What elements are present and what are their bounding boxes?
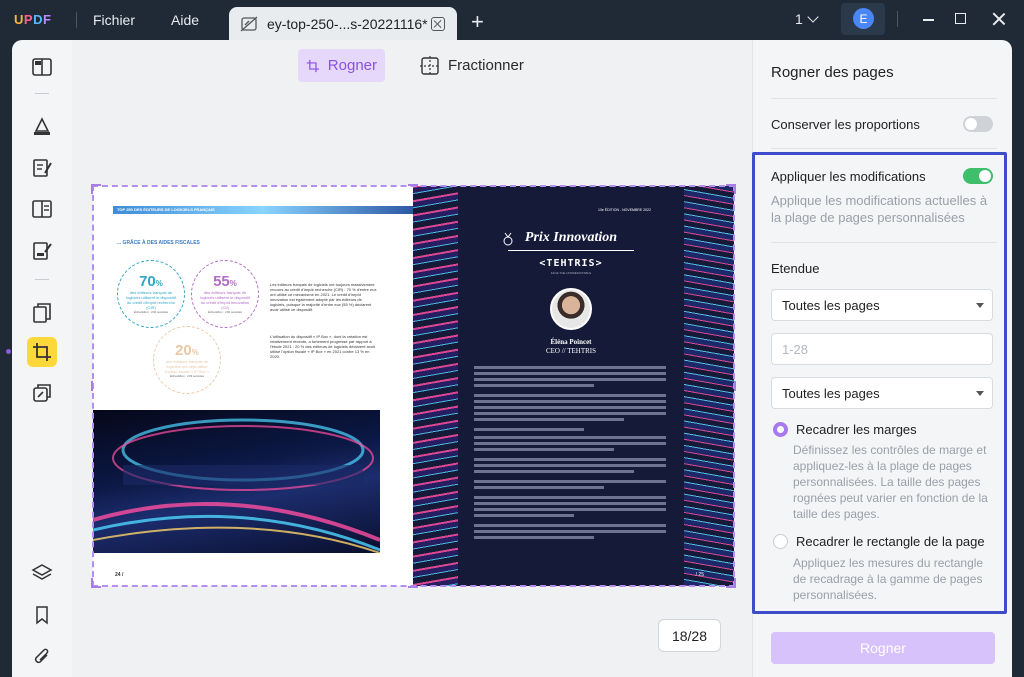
crop-margins-radio[interactable] bbox=[773, 422, 788, 437]
split-icon bbox=[420, 55, 440, 76]
crop-icon bbox=[306, 59, 320, 72]
reader-icon[interactable] bbox=[30, 55, 54, 79]
form-icon[interactable] bbox=[30, 197, 54, 221]
divider bbox=[771, 242, 997, 243]
range-label: Etendue bbox=[771, 261, 820, 276]
crop-handle[interactable] bbox=[726, 578, 736, 588]
tab-title: ey-top-250-...s-20221116* bbox=[267, 15, 428, 32]
maximize-icon[interactable] bbox=[955, 13, 966, 24]
keep-proportions-label: Conserver les proportions bbox=[771, 117, 920, 132]
left-toolbar bbox=[6, 40, 72, 677]
page-subset-value: Toutes les pages bbox=[782, 385, 880, 401]
divider bbox=[771, 148, 997, 149]
crop-margins-label[interactable]: Recadrer les marges bbox=[796, 422, 917, 437]
avatar[interactable]: E bbox=[853, 8, 874, 29]
attachment-icon[interactable] bbox=[30, 645, 54, 669]
comment-icon[interactable] bbox=[30, 114, 54, 138]
apply-changes-label: Appliquer les modifications bbox=[771, 169, 926, 184]
page-subset-select[interactable]: Toutes les pages bbox=[771, 377, 993, 409]
menu-file[interactable]: Fichier bbox=[93, 12, 135, 28]
keep-proportions-toggle[interactable] bbox=[963, 116, 993, 132]
chevron-down-icon bbox=[807, 11, 819, 23]
document-tab[interactable]: ey-top-250-...s-20221116* bbox=[229, 7, 457, 40]
close-tab-icon[interactable] bbox=[431, 16, 445, 31]
sign-icon[interactable] bbox=[30, 239, 54, 263]
bookmark-icon[interactable] bbox=[30, 603, 54, 627]
split-mode-label: Fractionner bbox=[448, 57, 524, 74]
page-indicator[interactable]: 18/28 bbox=[658, 619, 721, 652]
active-indicator bbox=[6, 349, 11, 354]
divider bbox=[771, 98, 997, 99]
organize-pages-icon[interactable] bbox=[30, 301, 54, 325]
page-count-dropdown[interactable]: 1 bbox=[795, 11, 819, 27]
apply-changes-toggle[interactable] bbox=[963, 168, 993, 184]
page-range-input[interactable]: 1-28 bbox=[771, 333, 993, 365]
crop-handle[interactable] bbox=[91, 184, 101, 194]
crop-handle[interactable] bbox=[91, 381, 93, 391]
close-window-icon[interactable] bbox=[992, 12, 1006, 26]
crop-rectangle-label[interactable]: Recadrer le rectangle de la page bbox=[796, 534, 985, 549]
dropdown-caret-icon bbox=[976, 303, 984, 308]
divider bbox=[76, 12, 77, 28]
panel-title: Rogner des pages bbox=[771, 64, 894, 81]
apply-changes-description: Applique les modifications actuelles à l… bbox=[771, 193, 988, 225]
crop-handle[interactable] bbox=[408, 184, 418, 186]
document-unlinked-icon bbox=[240, 16, 258, 31]
crop-settings-panel: Rogner des pages Conserver les proportio… bbox=[752, 40, 1012, 677]
dropdown-caret-icon bbox=[976, 391, 984, 396]
page-spread: TOP 250 DES ÉDITEURS DE LOGICIELS FRANÇA… bbox=[91, 184, 736, 588]
page-range-placeholder: 1-28 bbox=[782, 341, 809, 357]
layers-icon[interactable] bbox=[30, 561, 54, 585]
divider bbox=[35, 279, 49, 280]
app-logo: UPDF bbox=[14, 12, 54, 29]
divider bbox=[897, 11, 898, 27]
batch-tools-icon[interactable] bbox=[30, 381, 54, 405]
page-count-value: 1 bbox=[795, 11, 803, 27]
crop-handle[interactable] bbox=[726, 184, 736, 194]
range-select-value: Toutes les pages bbox=[782, 297, 880, 313]
minimize-icon[interactable] bbox=[923, 19, 934, 21]
crop-handle[interactable] bbox=[91, 578, 101, 588]
crop-apply-button[interactable]: Rogner bbox=[771, 632, 995, 664]
add-tab-icon[interactable]: + bbox=[471, 9, 484, 35]
crop-handle[interactable] bbox=[408, 586, 418, 588]
crop-mode-label: Rogner bbox=[327, 57, 377, 74]
crop-box[interactable] bbox=[92, 185, 735, 587]
range-select[interactable]: Toutes les pages bbox=[771, 289, 993, 321]
crop-handle[interactable] bbox=[734, 381, 736, 391]
divider bbox=[35, 93, 49, 94]
crop-mode-button[interactable]: Rogner bbox=[298, 49, 385, 82]
svg-text:UPDF: UPDF bbox=[14, 12, 51, 26]
crop-rectangle-description: Appliquez les mesures du rectangle de re… bbox=[793, 556, 984, 602]
crop-rectangle-radio[interactable] bbox=[773, 534, 788, 549]
crop-margins-description: Définissez les contrôles de marge et app… bbox=[793, 443, 988, 521]
menu-help[interactable]: Aide bbox=[171, 12, 199, 28]
edit-pdf-icon[interactable] bbox=[30, 156, 54, 180]
split-mode-button[interactable]: Fractionner bbox=[412, 49, 532, 82]
crop-icon[interactable] bbox=[30, 340, 54, 364]
document-view: Rogner Fractionner TOP 250 DES ÉDITEURS … bbox=[72, 40, 752, 677]
updf-logo-icon: UPDF bbox=[14, 12, 51, 27]
